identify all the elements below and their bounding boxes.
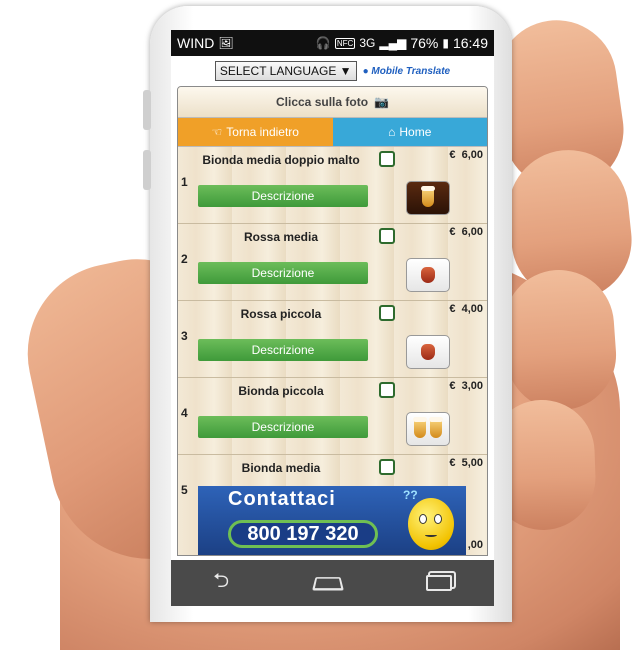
foam bbox=[421, 186, 435, 191]
home-icon: ⌂ bbox=[388, 125, 396, 139]
price-value: 4,00 bbox=[461, 303, 483, 315]
item-name: Bionda media bbox=[241, 461, 321, 475]
description-button[interactable]: Descrizione bbox=[198, 185, 368, 207]
menu-app: Clicca sulla foto 📷 ☜ Torna indietro ⌂ H… bbox=[177, 86, 488, 556]
photo-hint-label: Clicca sulla foto bbox=[276, 95, 369, 109]
mobile-translate-label: Mobile Translate bbox=[371, 65, 451, 77]
clock: 16:49 bbox=[452, 35, 488, 51]
image-notification-icon: 🖼 bbox=[218, 36, 234, 50]
item-name: Rossa piccola bbox=[240, 307, 322, 321]
item-checkbox[interactable] bbox=[379, 228, 395, 244]
item-checkbox[interactable] bbox=[379, 459, 395, 475]
red-beer-glass-icon[interactable] bbox=[406, 258, 450, 292]
item-checkbox[interactable] bbox=[379, 151, 395, 167]
item-name: Rossa media bbox=[243, 230, 319, 244]
beer-pint-icon[interactable] bbox=[406, 181, 450, 215]
battery-icon: ▮ bbox=[442, 36, 449, 50]
home-softkey-icon[interactable] bbox=[311, 577, 344, 591]
eye bbox=[434, 514, 442, 524]
currency-symbol: € bbox=[449, 380, 456, 392]
item-number: 3 bbox=[181, 329, 188, 343]
back-button-label: Torna indietro bbox=[226, 125, 299, 139]
mouth bbox=[425, 533, 437, 537]
price-value: 6,00 bbox=[461, 226, 483, 238]
price-value: 3,00 bbox=[461, 380, 483, 392]
banner-phone-number[interactable]: 800 197 320 bbox=[228, 520, 378, 548]
carrier-label: WIND bbox=[177, 35, 215, 51]
list-item: 1 Bionda media doppio malto € 6,00 Descr… bbox=[178, 147, 487, 224]
recent-apps-icon[interactable] bbox=[425, 575, 452, 591]
item-price: € 4,00 bbox=[449, 303, 483, 315]
volume-button bbox=[143, 90, 151, 130]
item-checkbox[interactable] bbox=[379, 305, 395, 321]
photo-hint: Clicca sulla foto 📷 bbox=[178, 87, 487, 117]
foam bbox=[429, 417, 444, 422]
red-beer-glass-icon[interactable] bbox=[406, 335, 450, 369]
headphones-icon: 🎧 bbox=[315, 36, 331, 50]
glass-shape bbox=[421, 267, 435, 283]
description-button[interactable]: Descrizione bbox=[198, 262, 368, 284]
glass-shape bbox=[421, 186, 435, 207]
item-name: Bionda piccola bbox=[238, 384, 324, 398]
currency-symbol: € bbox=[449, 457, 456, 469]
item-price: € 6,00 bbox=[449, 226, 483, 238]
signal-icon: ▂▄▆ bbox=[379, 36, 407, 50]
list-item: 2 Rossa media € 6,00 Descrizione bbox=[178, 224, 487, 301]
glass-shape bbox=[429, 417, 444, 438]
item-price: € 6,00 bbox=[449, 149, 483, 161]
item-checkbox[interactable] bbox=[379, 382, 395, 398]
item-number: 2 bbox=[181, 252, 188, 266]
description-button[interactable]: Descrizione bbox=[198, 416, 368, 438]
currency-symbol: € bbox=[449, 226, 456, 238]
item-price: € 3,00 bbox=[449, 380, 483, 392]
item-price: € 5,00 bbox=[449, 457, 483, 469]
nfc-icon: NFC bbox=[334, 37, 356, 49]
volume-button bbox=[143, 150, 151, 190]
price-value: 5,00 bbox=[461, 457, 483, 469]
status-bar: WIND 🖼 🎧 NFC 3G ▂▄▆ 76% ▮ 16:49 bbox=[171, 30, 494, 56]
currency-symbol: € bbox=[449, 149, 456, 161]
network-type: 3G bbox=[359, 36, 376, 50]
home-button-label: Home bbox=[399, 125, 432, 139]
translate-bar: SELECT LANGUAGE ▼ ● Mobile Translate bbox=[171, 56, 494, 86]
eye bbox=[419, 514, 427, 524]
globe-icon: ● bbox=[362, 65, 369, 77]
glass-shape bbox=[412, 417, 427, 438]
partial-price: ,00 bbox=[467, 539, 483, 551]
home-button[interactable]: ⌂ Home bbox=[332, 118, 487, 146]
camera-icon: 📷 bbox=[374, 95, 389, 109]
mobile-translate-logo[interactable]: ● Mobile Translate bbox=[363, 66, 451, 77]
description-button[interactable]: Descrizione bbox=[198, 339, 368, 361]
glass-shape bbox=[421, 344, 435, 360]
back-arrow-icon[interactable]: ⮌ bbox=[213, 566, 229, 600]
thinking-smiley-icon bbox=[408, 498, 454, 550]
price-value: 6,00 bbox=[461, 149, 483, 161]
contact-banner[interactable]: Contattaci 800 197 320 ?? bbox=[198, 486, 466, 555]
phone-screen: WIND 🖼 🎧 NFC 3G ▂▄▆ 76% ▮ 16:49 SELECT L… bbox=[171, 30, 494, 606]
item-number: 5 bbox=[181, 483, 188, 497]
language-select[interactable]: SELECT LANGUAGE ▼ bbox=[214, 61, 357, 81]
list-item: 3 Rossa piccola € 4,00 Descrizione bbox=[178, 301, 487, 378]
navigation-bar: ⮌ bbox=[171, 560, 494, 606]
item-name: Bionda media doppio malto bbox=[202, 153, 360, 167]
foam bbox=[412, 417, 427, 422]
item-number: 4 bbox=[181, 406, 188, 420]
list-item: 4 Bionda piccola € 3,00 Descrizione bbox=[178, 378, 487, 455]
nav-buttons: ☜ Torna indietro ⌂ Home bbox=[178, 117, 487, 147]
back-button[interactable]: ☜ Torna indietro bbox=[178, 118, 333, 146]
hand-pointer-icon: ☜ bbox=[211, 125, 223, 139]
currency-symbol: € bbox=[449, 303, 456, 315]
battery-percent: 76% bbox=[410, 35, 439, 51]
two-beer-mugs-icon[interactable] bbox=[406, 412, 450, 446]
item-number: 1 bbox=[181, 175, 188, 189]
question-marks: ?? bbox=[403, 488, 418, 502]
banner-title: Contattaci bbox=[228, 488, 336, 510]
